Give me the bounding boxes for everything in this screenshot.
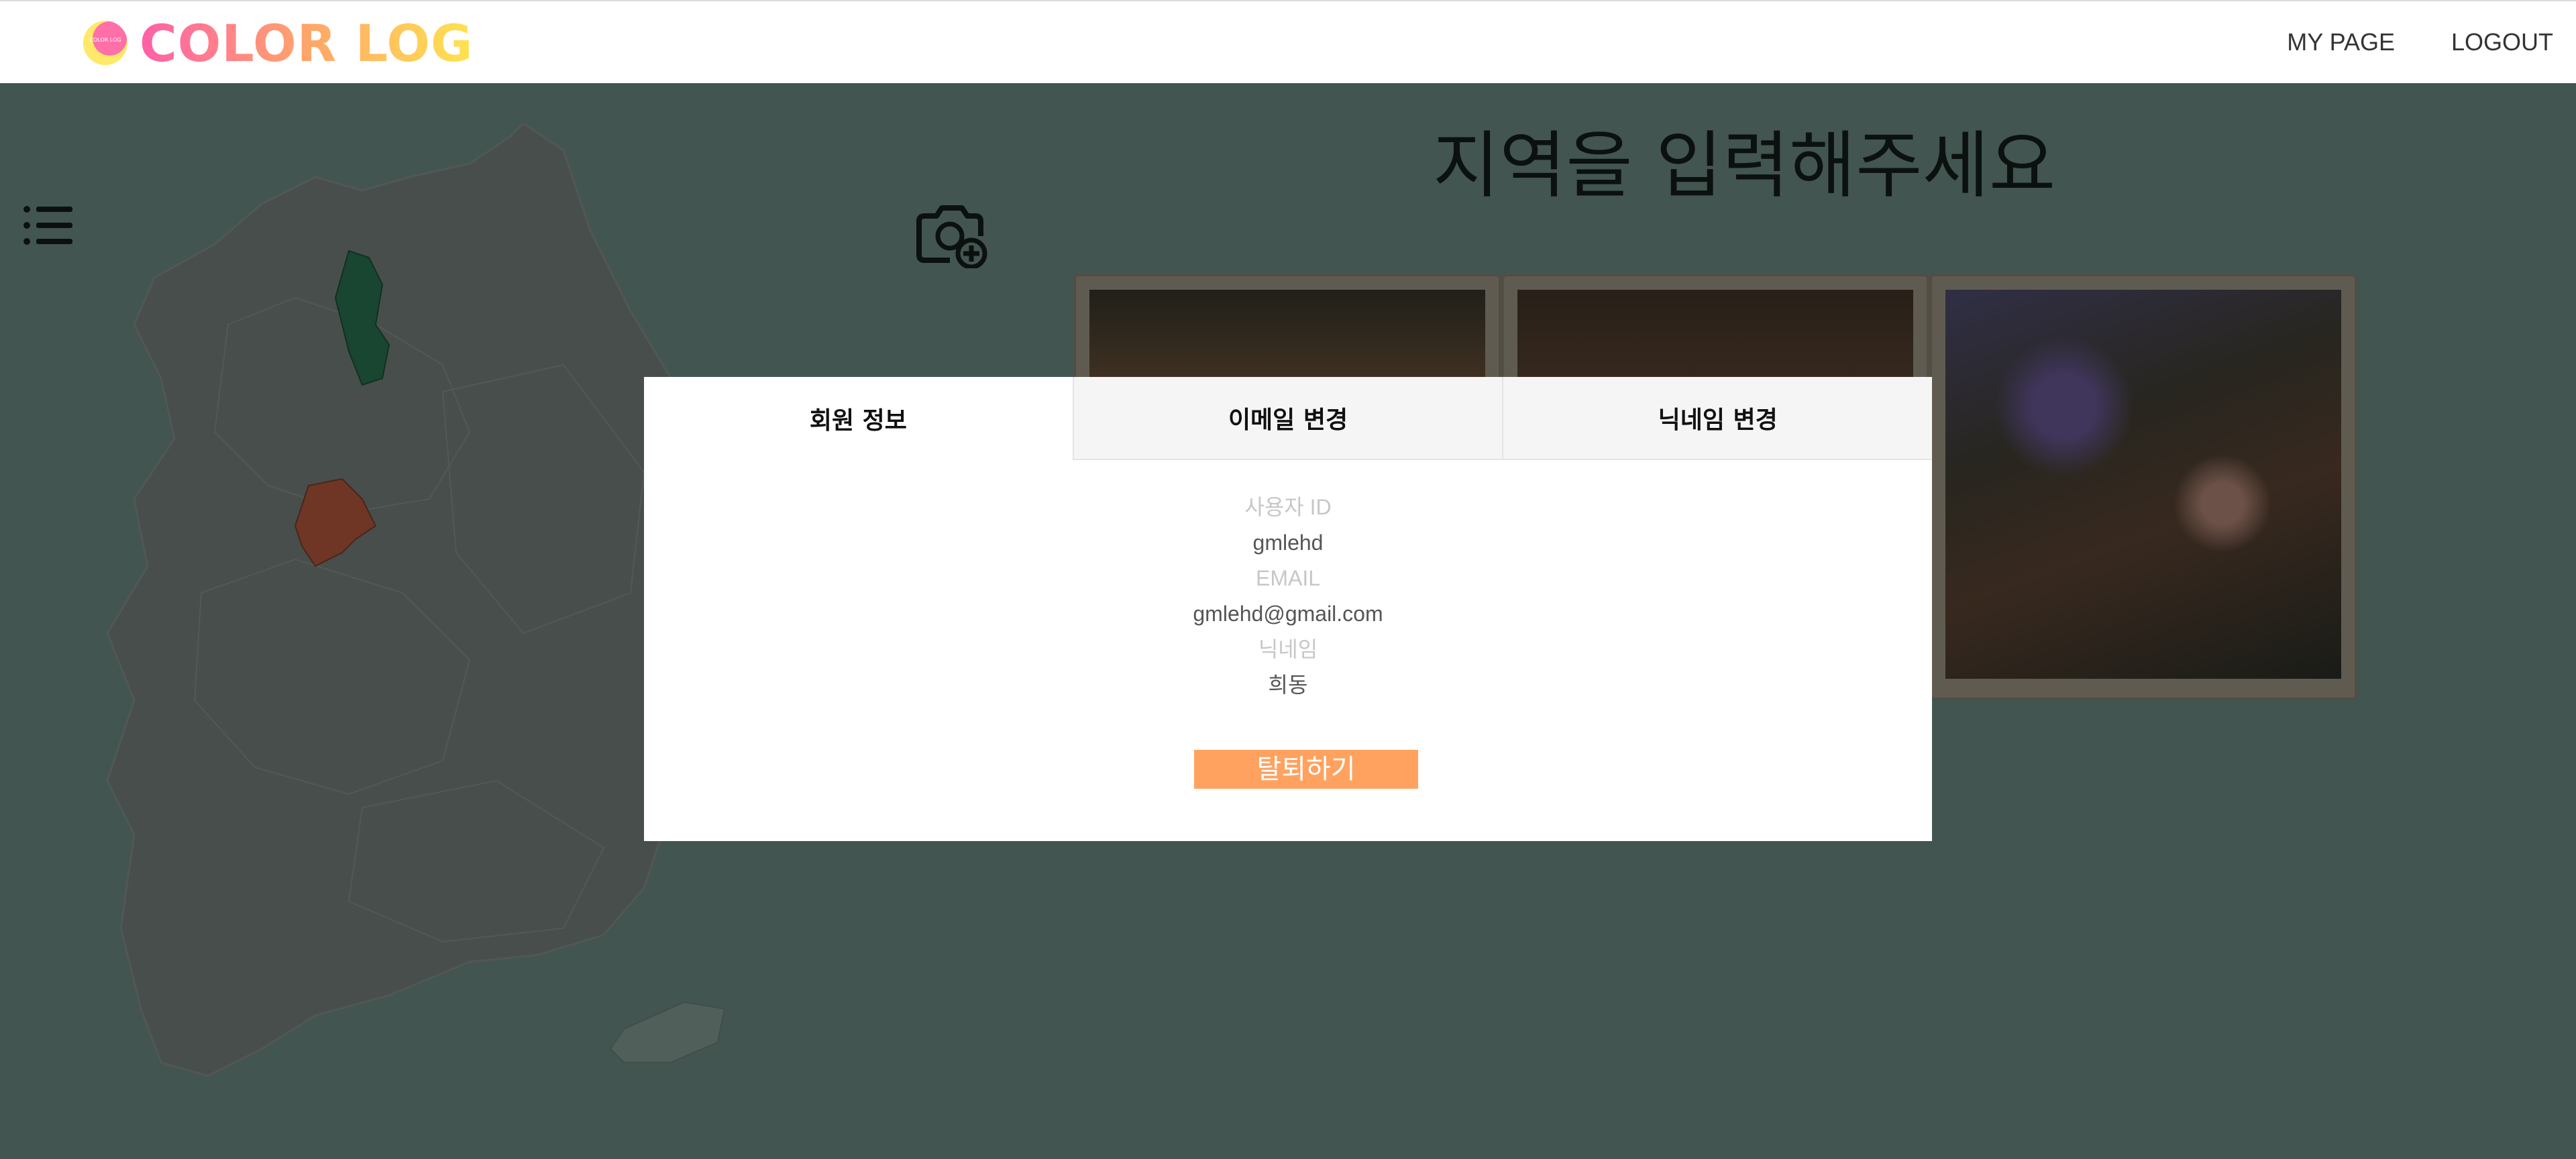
user-id-value: gmlehd (1252, 531, 1324, 555)
tab-change-nickname[interactable]: 닉네임 변경 (1502, 377, 1933, 460)
logo-badge-icon: COLOR LOG (83, 21, 127, 65)
nickname-label: 닉네임 (1258, 637, 1318, 661)
nav-links: MY PAGE LOGOUT (2287, 28, 2576, 56)
tab-change-email[interactable]: 이메일 변경 (1072, 377, 1503, 460)
tab-member-info[interactable]: 회원 정보 (644, 377, 1073, 460)
logo-text: COLOR LOG (140, 13, 474, 73)
modal-tabs: 회원 정보 이메일 변경 닉네임 변경 (644, 377, 1933, 460)
top-navbar: COLOR LOG COLOR LOG MY PAGE LOGOUT (0, 0, 2576, 83)
member-info-modal: 회원 정보 이메일 변경 닉네임 변경 사용자 ID gmlehd EMAIL … (644, 377, 1933, 841)
withdraw-button[interactable]: 탈퇴하기 (1194, 750, 1418, 789)
logout-link[interactable]: LOGOUT (2451, 28, 2553, 56)
user-id-label: 사용자 ID (1244, 495, 1332, 519)
email-value: gmlehd@gmail.com (1193, 602, 1383, 626)
email-label: EMAIL (1255, 566, 1321, 590)
my-page-link[interactable]: MY PAGE (2287, 28, 2395, 56)
nickname-value: 희동 (1268, 673, 1308, 697)
logo[interactable]: COLOR LOG COLOR LOG (83, 13, 473, 73)
member-info: 사용자 ID gmlehd EMAIL gmlehd@gmail.com 닉네임… (644, 490, 1932, 703)
